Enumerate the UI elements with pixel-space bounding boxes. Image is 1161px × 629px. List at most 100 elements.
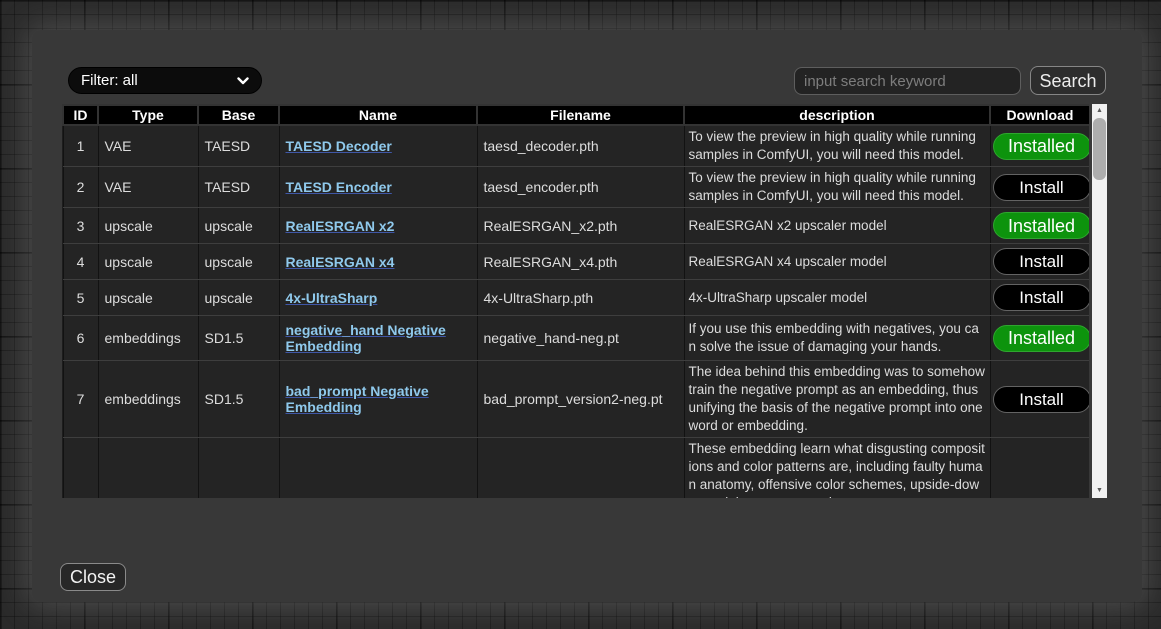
cell-filename xyxy=(477,438,684,499)
cell-base xyxy=(198,438,279,499)
download-button[interactable]: Installed xyxy=(993,212,1090,239)
cell-name: RealESRGAN x4 xyxy=(279,244,477,280)
cell-name: bad_prompt Negative Embedding xyxy=(279,361,477,438)
cell-download: Install xyxy=(990,361,1089,438)
cell-description: RealESRGAN x2 upscaler model xyxy=(684,208,990,244)
column-header-type: Type xyxy=(98,105,198,125)
table-row: These embedding learn what disgusting co… xyxy=(63,438,1089,499)
cell-base: SD1.5 xyxy=(198,361,279,438)
cell-description: If you use this embedding with negatives… xyxy=(684,316,990,361)
cell-id: 5 xyxy=(63,280,98,316)
model-name-link[interactable]: negative_hand Negative Embedding xyxy=(286,322,446,354)
cell-type xyxy=(98,438,198,499)
cell-download: Installed xyxy=(990,125,1089,167)
search-input[interactable] xyxy=(794,67,1021,95)
cell-description: To view the preview in high quality whil… xyxy=(684,167,990,208)
model-name-link[interactable]: RealESRGAN x4 xyxy=(286,254,395,270)
cell-type: upscale xyxy=(98,208,198,244)
cell-id: 4 xyxy=(63,244,98,280)
search-button[interactable]: Search xyxy=(1030,66,1106,95)
column-header-base: Base xyxy=(198,105,279,125)
model-name-link[interactable]: TAESD Decoder xyxy=(286,138,392,154)
download-button[interactable]: Installed xyxy=(993,325,1090,352)
column-header-description: description xyxy=(684,105,990,125)
table-row: 3 upscale upscale RealESRGAN x2 RealESRG… xyxy=(63,208,1089,244)
scroll-down-icon[interactable]: ▼ xyxy=(1092,484,1107,498)
cell-filename: RealESRGAN_x2.pth xyxy=(477,208,684,244)
table-row: 2 VAE TAESD TAESD Encoder taesd_encoder.… xyxy=(63,167,1089,208)
cell-name: TAESD Encoder xyxy=(279,167,477,208)
model-name-link[interactable]: RealESRGAN x2 xyxy=(286,218,395,234)
filter-select-value: Filter: all xyxy=(81,72,138,89)
cell-name xyxy=(279,438,477,499)
cell-download: Install xyxy=(990,280,1089,316)
cell-id: 3 xyxy=(63,208,98,244)
cell-description: RealESRGAN x4 upscaler model xyxy=(684,244,990,280)
model-name-link[interactable]: TAESD Encoder xyxy=(286,179,392,195)
cell-filename: bad_prompt_version2-neg.pt xyxy=(477,361,684,438)
cell-type: embeddings xyxy=(98,316,198,361)
scrollbar-thumb[interactable] xyxy=(1093,118,1106,180)
scroll-up-icon[interactable]: ▲ xyxy=(1092,104,1107,118)
cell-download: Install xyxy=(990,244,1089,280)
cell-base: TAESD xyxy=(198,167,279,208)
cell-filename: 4x-UltraSharp.pth xyxy=(477,280,684,316)
cell-download: Installed xyxy=(990,316,1089,361)
cell-filename: taesd_decoder.pth xyxy=(477,125,684,167)
column-header-download: Download xyxy=(990,105,1089,125)
models-table-body: 1 VAE TAESD TAESD Decoder taesd_decoder.… xyxy=(63,125,1089,498)
cell-download: Install xyxy=(990,167,1089,208)
cell-filename: negative_hand-neg.pt xyxy=(477,316,684,361)
cell-id: 1 xyxy=(63,125,98,167)
column-header-id: ID xyxy=(63,105,98,125)
download-button[interactable]: Install xyxy=(993,284,1090,311)
table-row: 4 upscale upscale RealESRGAN x4 RealESRG… xyxy=(63,244,1089,280)
cell-base: TAESD xyxy=(198,125,279,167)
cell-type: embeddings xyxy=(98,361,198,438)
download-button[interactable]: Install xyxy=(993,386,1090,413)
cell-base: upscale xyxy=(198,280,279,316)
cell-type: upscale xyxy=(98,280,198,316)
cell-base: upscale xyxy=(198,208,279,244)
cell-type: upscale xyxy=(98,244,198,280)
cell-filename: taesd_encoder.pth xyxy=(477,167,684,208)
cell-description: These embedding learn what disgusting co… xyxy=(684,438,990,499)
cell-type: VAE xyxy=(98,125,198,167)
cell-download: Installed xyxy=(990,208,1089,244)
table-row: 6 embeddings SD1.5 negative_hand Negativ… xyxy=(63,316,1089,361)
model-name-link[interactable]: 4x-UltraSharp xyxy=(286,290,378,306)
cell-id: 6 xyxy=(63,316,98,361)
cell-id: 2 xyxy=(63,167,98,208)
table-row: 5 upscale upscale 4x-UltraSharp 4x-Ultra… xyxy=(63,280,1089,316)
table-row: 7 embeddings SD1.5 bad_prompt Negative E… xyxy=(63,361,1089,438)
cell-description: 4x-UltraSharp upscaler model xyxy=(684,280,990,316)
close-button[interactable]: Close xyxy=(60,563,126,591)
models-table-container[interactable]: ID Type Base Name Filename description D… xyxy=(62,104,1089,498)
filter-select[interactable]: Filter: all xyxy=(68,67,262,94)
chevron-down-icon xyxy=(237,77,249,85)
cell-type: VAE xyxy=(98,167,198,208)
cell-base: SD1.5 xyxy=(198,316,279,361)
download-button[interactable]: Installed xyxy=(993,133,1090,160)
cell-name: negative_hand Negative Embedding xyxy=(279,316,477,361)
table-header-row: ID Type Base Name Filename description D… xyxy=(63,105,1089,125)
column-header-name: Name xyxy=(279,105,477,125)
cell-download xyxy=(990,438,1089,499)
model-name-link[interactable]: bad_prompt Negative Embedding xyxy=(286,383,429,415)
cell-name: RealESRGAN x2 xyxy=(279,208,477,244)
cell-id xyxy=(63,438,98,499)
column-header-filename: Filename xyxy=(477,105,684,125)
cell-filename: RealESRGAN_x4.pth xyxy=(477,244,684,280)
download-button[interactable]: Install xyxy=(993,248,1090,275)
models-table: ID Type Base Name Filename description D… xyxy=(62,104,1089,498)
cell-base: upscale xyxy=(198,244,279,280)
cell-description: To view the preview in high quality whil… xyxy=(684,125,990,167)
download-button[interactable]: Install xyxy=(993,174,1090,201)
cell-description: The idea behind this embedding was to so… xyxy=(684,361,990,438)
install-models-dialog: Filter: all Search ID Type Base Name Fil… xyxy=(32,30,1142,602)
cell-name: TAESD Decoder xyxy=(279,125,477,167)
table-scrollbar[interactable]: ▲ ▼ xyxy=(1092,104,1107,498)
cell-name: 4x-UltraSharp xyxy=(279,280,477,316)
cell-id: 7 xyxy=(63,361,98,438)
table-row: 1 VAE TAESD TAESD Decoder taesd_decoder.… xyxy=(63,125,1089,167)
